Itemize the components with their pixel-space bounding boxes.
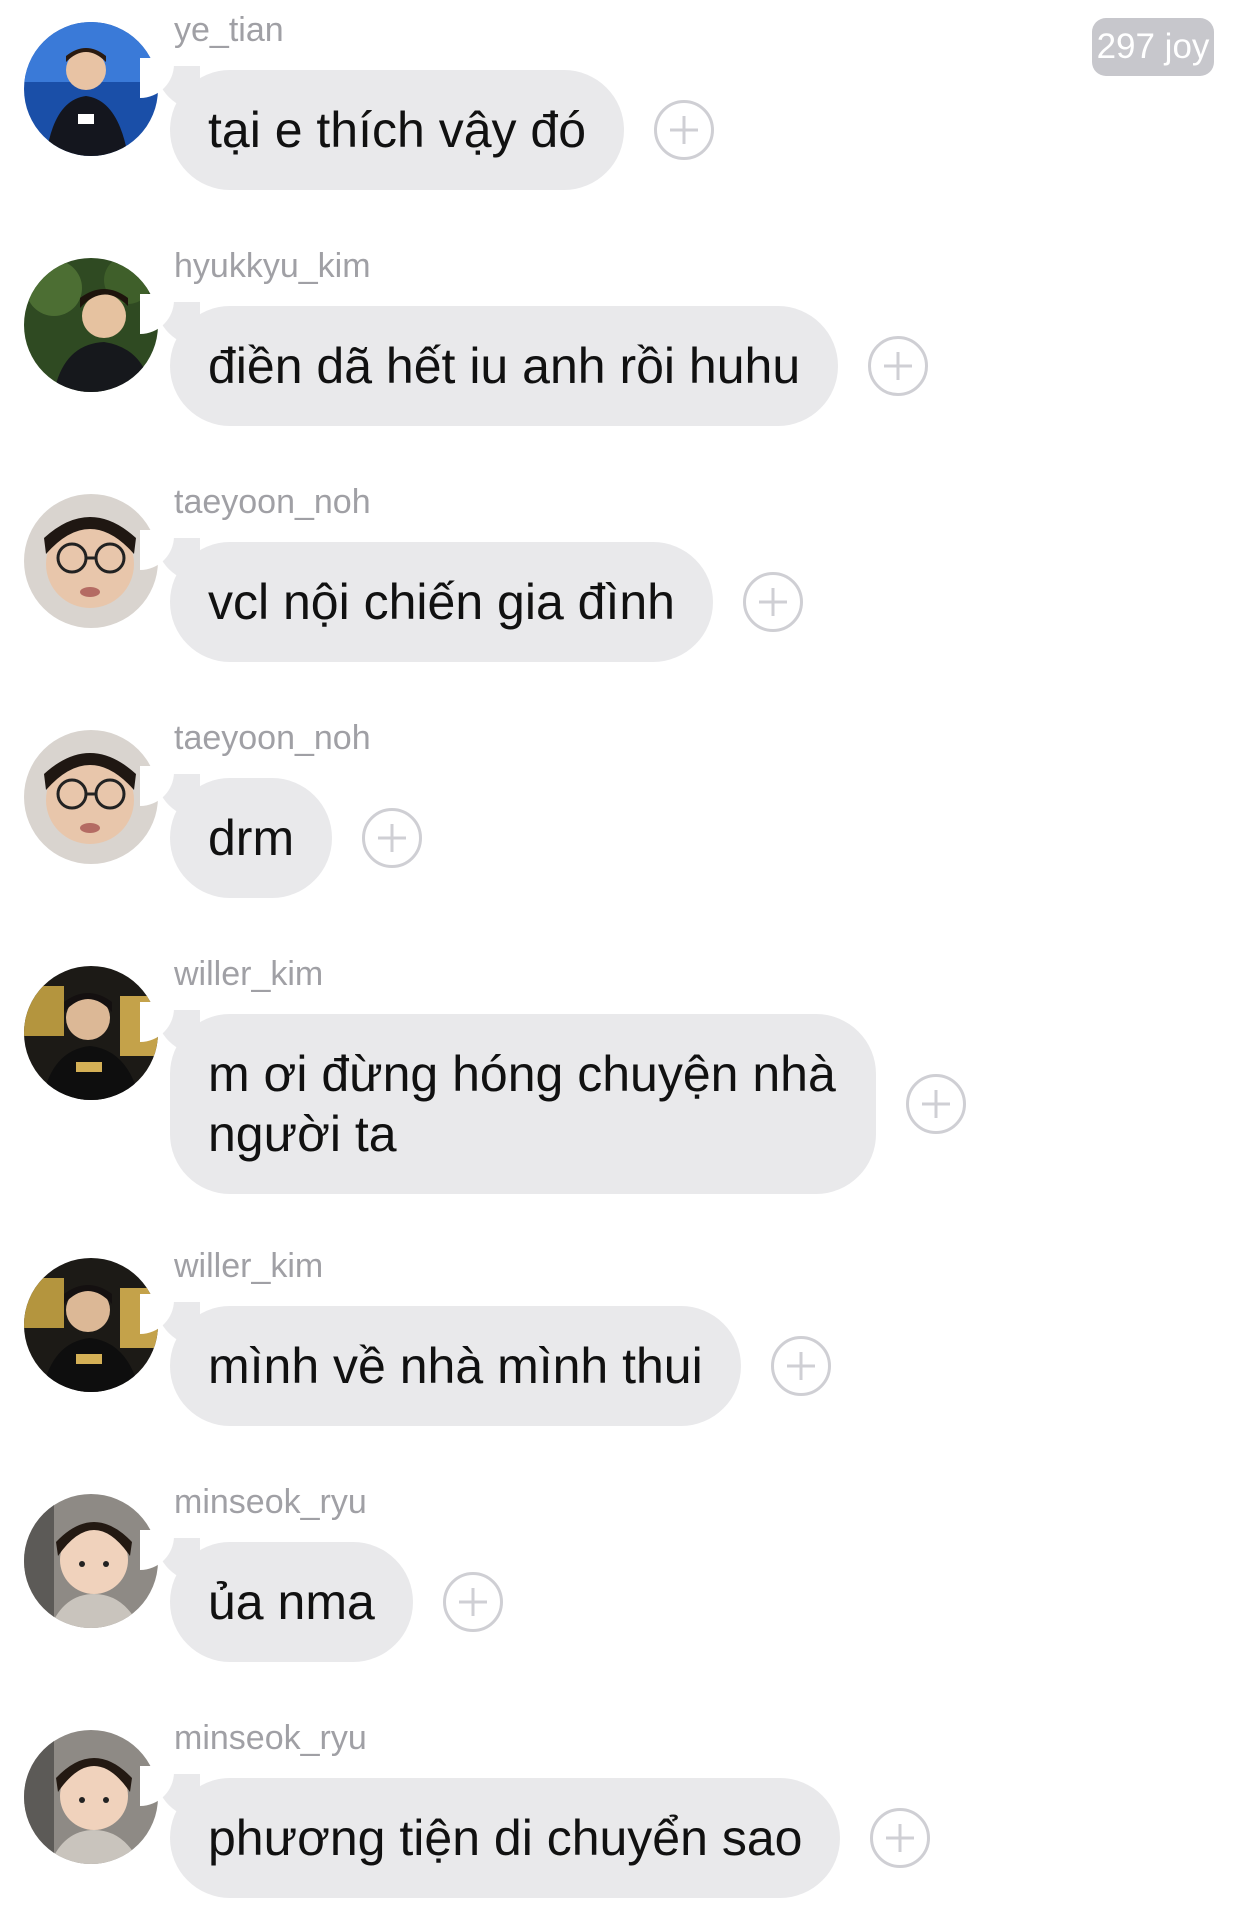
message-bubble[interactable]: tại e thích vậy đó	[139, 58, 625, 190]
message-bubble[interactable]: mình về nhà mình thui	[140, 1294, 741, 1426]
bubble-row: m ơi đừng hóng chuyện nhà người ta	[140, 1002, 966, 1194]
avatar[interactable]	[24, 1258, 158, 1392]
avatar[interactable]	[24, 966, 158, 1100]
avatar[interactable]	[24, 1730, 158, 1864]
message-row: willer_kim mình về nhà mình thui	[0, 1246, 1236, 1466]
message-bubble[interactable]: phương tiện di chuyển sao	[139, 1766, 841, 1898]
plus-circle-icon[interactable]	[868, 336, 929, 396]
message-bubble[interactable]: điền dã hết iu anh rồi huhu	[139, 294, 839, 426]
bubble-row: phương tiện di chuyển sao	[139, 1766, 931, 1898]
bubble-row: drm	[139, 766, 423, 898]
username[interactable]: minseok_ryu	[174, 1718, 367, 1758]
avatar[interactable]	[24, 258, 158, 392]
avatar[interactable]	[24, 1494, 158, 1628]
username[interactable]: taeyoon_noh	[174, 718, 371, 758]
plus-circle-icon[interactable]	[362, 808, 423, 868]
message-bubble[interactable]: drm	[139, 766, 333, 898]
plus-circle-icon[interactable]	[770, 1336, 831, 1396]
message-bubble[interactable]: vcl nội chiến gia đình	[140, 530, 713, 662]
username[interactable]: willer_kim	[174, 1246, 323, 1286]
message-row: minseok_ryu ủa nma	[0, 1482, 1236, 1702]
message-row: taeyoon_noh drm	[0, 718, 1236, 938]
username[interactable]: minseok_ryu	[174, 1482, 367, 1522]
plus-circle-icon[interactable]	[654, 100, 715, 160]
username[interactable]: ye_tian	[174, 10, 284, 50]
username[interactable]: taeyoon_noh	[174, 482, 371, 522]
message-row: minseok_ryu phương tiện di chuyển sao	[0, 1718, 1236, 1918]
username[interactable]: willer_kim	[174, 954, 323, 994]
plus-circle-icon[interactable]	[906, 1074, 966, 1134]
bubble-row: ủa nma	[140, 1530, 503, 1662]
avatar[interactable]	[24, 730, 158, 864]
bubble-row: vcl nội chiến gia đình	[140, 530, 803, 662]
username[interactable]: hyukkyu_kim	[174, 246, 371, 286]
message-row: taeyoon_noh vcl nội chiến gia đình	[0, 482, 1236, 702]
message-bubble[interactable]: m ơi đừng hóng chuyện nhà người ta	[140, 1002, 876, 1194]
bubble-row: điền dã hết iu anh rồi huhu	[139, 294, 929, 426]
bubble-row: mình về nhà mình thui	[140, 1294, 831, 1426]
avatar[interactable]	[24, 22, 158, 156]
message-row: willer_kim m ơi đừng hóng chuyện nhà ngư…	[0, 954, 1236, 1234]
bubble-row: tại e thích vậy đó	[139, 58, 715, 190]
plus-circle-icon[interactable]	[742, 572, 803, 632]
message-bubble[interactable]: ủa nma	[140, 1530, 413, 1662]
message-row: ye_tian tại e thích vậy đó	[0, 10, 1236, 230]
plus-circle-icon[interactable]	[442, 1572, 503, 1632]
message-row: hyukkyu_kim điền dã hết iu anh rồi huhu	[0, 246, 1236, 466]
avatar[interactable]	[24, 494, 158, 628]
plus-circle-icon[interactable]	[870, 1808, 931, 1868]
